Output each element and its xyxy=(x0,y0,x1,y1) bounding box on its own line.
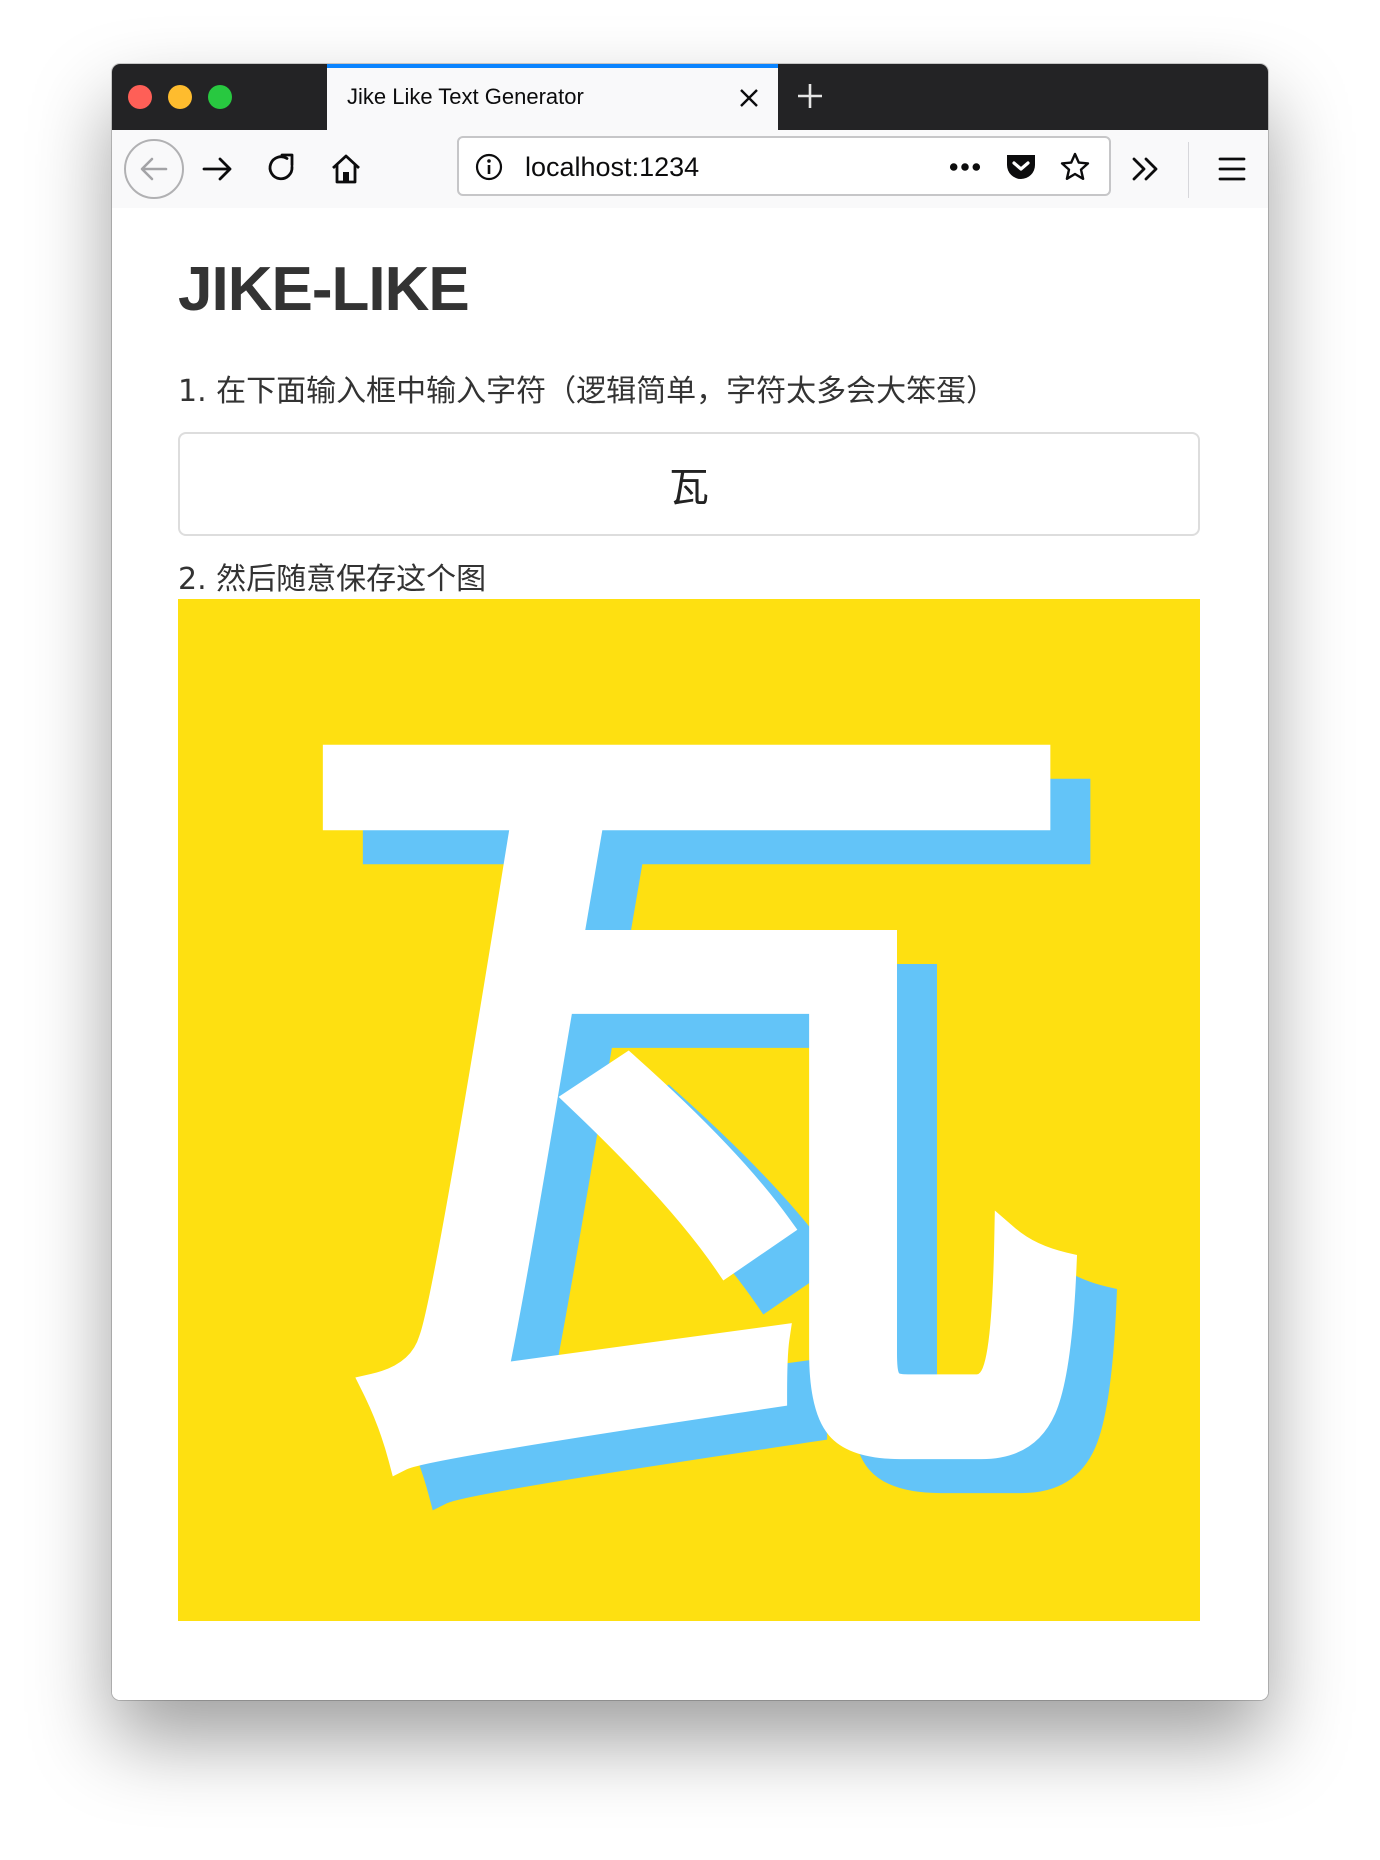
toolbar-divider xyxy=(1188,142,1189,198)
plus-icon[interactable] xyxy=(792,78,828,114)
back-arrow-icon[interactable] xyxy=(124,139,184,199)
character-input[interactable] xyxy=(178,432,1200,536)
forward-arrow-icon[interactable] xyxy=(198,149,238,189)
tab-title: Jike Like Text Generator xyxy=(347,84,584,109)
close-window-button[interactable] xyxy=(128,85,152,109)
zoom-window-button[interactable] xyxy=(208,85,232,109)
hamburger-menu-icon[interactable] xyxy=(1212,149,1252,189)
glyph-front: 瓦 xyxy=(279,633,1099,1587)
generated-image[interactable]: 瓦 瓦 xyxy=(178,599,1200,1621)
pocket-icon[interactable] xyxy=(1005,151,1037,183)
home-icon[interactable] xyxy=(326,149,366,189)
title-bar: Jike Like Text Generator xyxy=(112,64,1268,130)
reload-icon[interactable] xyxy=(262,149,302,189)
minimize-window-button[interactable] xyxy=(168,85,192,109)
page-title: JIKE-LIKE xyxy=(178,255,470,324)
info-icon[interactable] xyxy=(473,151,505,183)
bookmark-star-icon[interactable] xyxy=(1059,151,1091,183)
more-dots-icon[interactable] xyxy=(949,151,981,183)
step-one-instruction: 1. 在下面输入框中输入字符（逻辑简单，字符太多会大笨蛋） xyxy=(178,374,997,409)
browser-tab[interactable]: Jike Like Text Generator xyxy=(327,64,778,130)
step-two-instruction: 2. 然后随意保存这个图 xyxy=(178,562,487,597)
close-icon[interactable] xyxy=(734,83,764,113)
url-text[interactable]: localhost:1234 xyxy=(525,152,699,183)
url-bar[interactable]: localhost:1234 xyxy=(457,136,1111,196)
page-content: JIKE-LIKE 1. 在下面输入框中输入字符（逻辑简单，字符太多会大笨蛋） … xyxy=(112,208,1268,1700)
overflow-chevrons-icon[interactable] xyxy=(1126,149,1166,189)
browser-window: Jike Like Text Generator localhost:1234 … xyxy=(112,64,1268,1700)
